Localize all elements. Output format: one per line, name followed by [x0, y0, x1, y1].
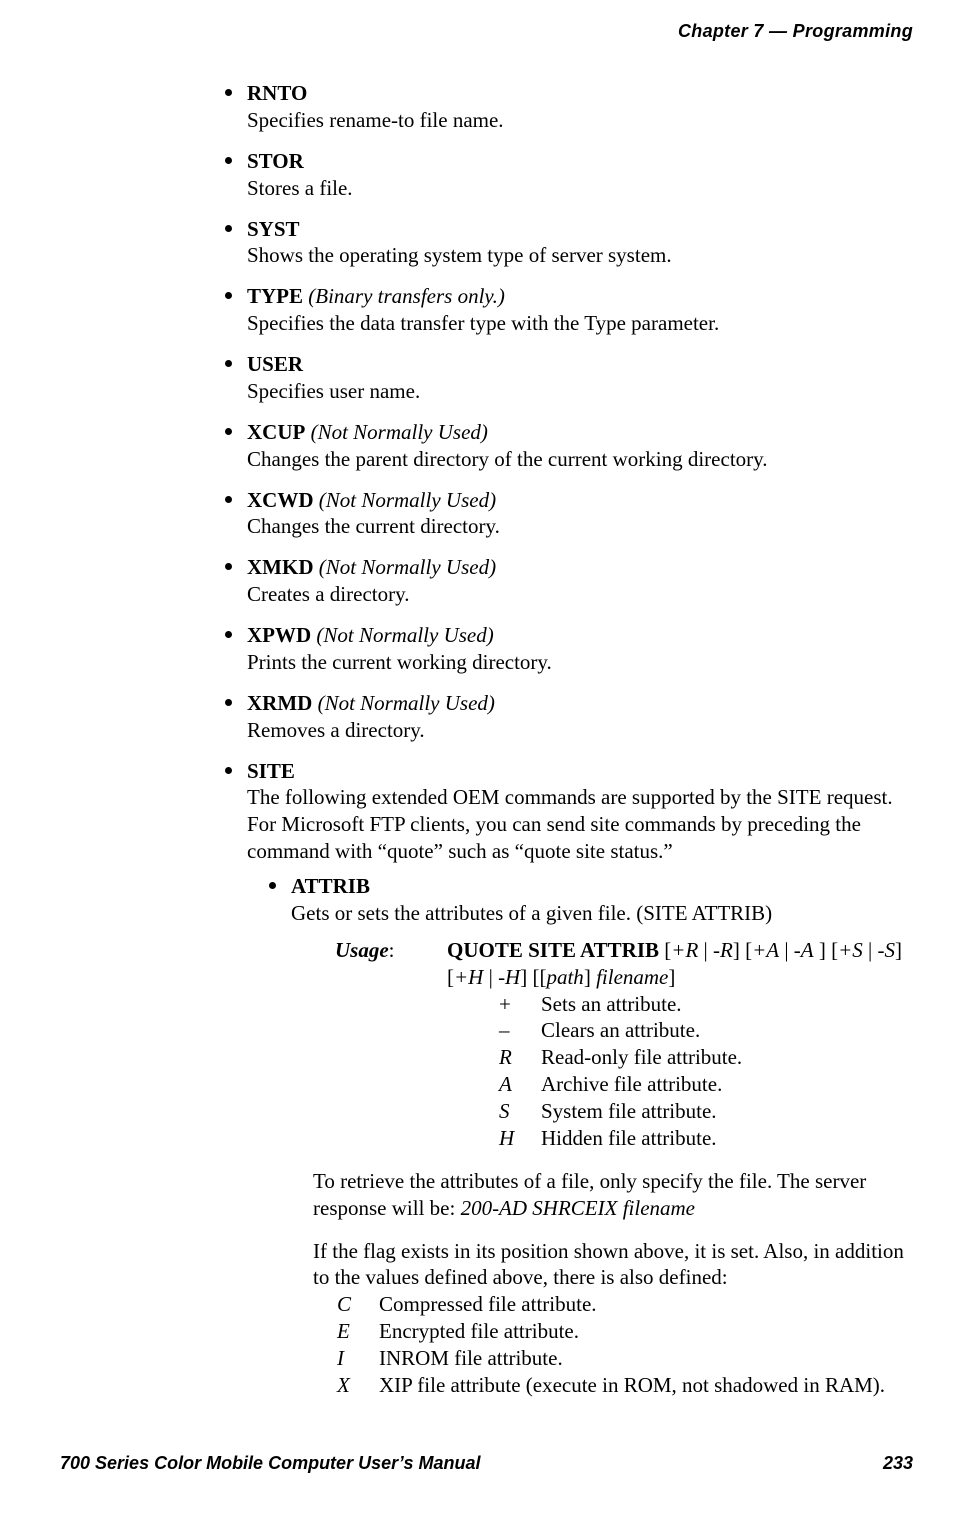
flag-desc: Read-only file attribute.	[541, 1044, 920, 1071]
cmd-name: XCUP	[247, 420, 305, 444]
cmd-stor: STOR Stores a file.	[225, 148, 920, 202]
cmd-note: (Not Normally Used)	[311, 420, 488, 444]
cmd-attrib: ATTRIB Gets or sets the attributes of a …	[269, 873, 920, 1399]
cmd-desc: Specifies rename-to file name.	[247, 108, 504, 132]
flag-key: –	[499, 1017, 541, 1044]
flag-key: X	[337, 1372, 379, 1399]
flag-key: I	[337, 1345, 379, 1372]
command-list: RNTO Specifies rename-to file name. STOR…	[225, 80, 920, 1399]
page-content: RNTO Specifies rename-to file name. STOR…	[225, 80, 920, 1413]
chapter-label: Chapter	[678, 21, 748, 41]
cmd-rnto: RNTO Specifies rename-to file name.	[225, 80, 920, 134]
flag-row: C Compressed file attribute.	[337, 1291, 920, 1318]
usage-body: QUOTE SITE ATTRIB [+R | -R] [+A | -A ] […	[447, 937, 920, 1152]
cmd-name: XCWD	[247, 488, 314, 512]
cmd-desc: Specifies the data transfer type with th…	[247, 311, 719, 335]
section-title: Programming	[793, 21, 913, 41]
attrib-retrieve-example: 200-AD SHRCEIX filename	[461, 1196, 695, 1220]
cmd-xmkd: XMKD (Not Normally Used) Creates a direc…	[225, 554, 920, 608]
flag-key: A	[499, 1071, 541, 1098]
cmd-name: SITE	[247, 759, 295, 783]
cmd-syst: SYST Shows the operating system type of …	[225, 216, 920, 270]
attrib-also-defined: If the flag exists in its position shown…	[291, 1238, 920, 1399]
cmd-note: (Not Normally Used)	[319, 555, 496, 579]
usage-args-line1: [+R | -R] [+A | -A ] [+S | -S]	[664, 938, 902, 962]
site-subcommands: ATTRIB Gets or sets the attributes of a …	[247, 873, 920, 1399]
flag-key: C	[337, 1291, 379, 1318]
cmd-name: XPWD	[247, 623, 311, 647]
cmd-name: XMKD	[247, 555, 314, 579]
flag-row: – Clears an attribute.	[499, 1017, 920, 1044]
usage-label: Usage	[335, 938, 389, 962]
cmd-xcup: XCUP (Not Normally Used) Changes the par…	[225, 419, 920, 473]
cmd-note: (Not Normally Used)	[319, 488, 496, 512]
cmd-desc: Removes a directory.	[247, 718, 425, 742]
flag-row: X XIP file attribute (execute in ROM, no…	[337, 1372, 920, 1399]
flag-desc: Clears an attribute.	[541, 1017, 920, 1044]
cmd-name: XRMD	[247, 691, 312, 715]
flag-row: I INROM file attribute.	[337, 1345, 920, 1372]
cmd-type: TYPE (Binary transfers only.) Specifies …	[225, 283, 920, 337]
cmd-desc: Specifies user name.	[247, 379, 420, 403]
cmd-xcwd: XCWD (Not Normally Used) Changes the cur…	[225, 487, 920, 541]
cmd-desc: The following extended OEM commands are …	[247, 785, 893, 863]
flag-desc: Hidden file attribute.	[541, 1125, 920, 1152]
flag-row: E Encrypted file attribute.	[337, 1318, 920, 1345]
flag-key: +	[499, 991, 541, 1018]
cmd-site: SITE The following extended OEM commands…	[225, 758, 920, 1399]
cmd-note: (Binary transfers only.)	[308, 284, 505, 308]
cmd-name: SYST	[247, 217, 300, 241]
flag-desc: XIP file attribute (execute in ROM, not …	[379, 1372, 920, 1399]
cmd-desc: Creates a directory.	[247, 582, 409, 606]
usage-command: QUOTE SITE ATTRIB	[447, 938, 659, 962]
cmd-desc: Gets or sets the attributes of a given f…	[291, 901, 772, 925]
attrib-usage: Usage: QUOTE SITE ATTRIB [+R | -R] [+A |…	[291, 937, 920, 1152]
cmd-user: USER Specifies user name.	[225, 351, 920, 405]
flag-desc: Encrypted file attribute.	[379, 1318, 920, 1345]
flag-row: R Read-only file attribute.	[499, 1044, 920, 1071]
attrib-retrieve-para: To retrieve the attributes of a file, on…	[291, 1168, 920, 1222]
flag-desc: INROM file attribute.	[379, 1345, 920, 1372]
cmd-name: ATTRIB	[291, 874, 370, 898]
cmd-desc: Prints the current working directory.	[247, 650, 552, 674]
cmd-note: (Not Normally Used)	[318, 691, 495, 715]
header-dash: —	[769, 21, 787, 41]
cmd-name: STOR	[247, 149, 304, 173]
footer-manual-title: 700 Series Color Mobile Computer User’s …	[60, 1452, 480, 1475]
page-header: Chapter 7 — Programming	[678, 20, 913, 43]
flag-row: H Hidden file attribute.	[499, 1125, 920, 1152]
flag-desc: Compressed file attribute.	[379, 1291, 920, 1318]
attrib-flag2-table: C Compressed file attribute. E Encrypted…	[313, 1291, 920, 1399]
cmd-name: USER	[247, 352, 303, 376]
flag-desc: System file attribute.	[541, 1098, 920, 1125]
cmd-xpwd: XPWD (Not Normally Used) Prints the curr…	[225, 622, 920, 676]
flag-row: A Archive file attribute.	[499, 1071, 920, 1098]
cmd-xrmd: XRMD (Not Normally Used) Removes a direc…	[225, 690, 920, 744]
cmd-name: RNTO	[247, 81, 307, 105]
cmd-desc: Shows the operating system type of serve…	[247, 243, 672, 267]
flag-key: H	[499, 1125, 541, 1152]
attrib-also-text: If the flag exists in its position shown…	[313, 1239, 904, 1290]
flag-key: R	[499, 1044, 541, 1071]
footer-page-number: 233	[883, 1452, 913, 1475]
flag-row: S System file attribute.	[499, 1098, 920, 1125]
cmd-note: (Not Normally Used)	[316, 623, 493, 647]
cmd-desc: Changes the current directory.	[247, 514, 500, 538]
attrib-flag-table: + Sets an attribute. – Clears an attribu…	[447, 991, 920, 1152]
flag-desc: Sets an attribute.	[541, 991, 920, 1018]
cmd-desc: Changes the parent directory of the curr…	[247, 447, 768, 471]
cmd-name: TYPE	[247, 284, 303, 308]
flag-row: + Sets an attribute.	[499, 991, 920, 1018]
cmd-desc: Stores a file.	[247, 176, 353, 200]
flag-key: S	[499, 1098, 541, 1125]
flag-desc: Archive file attribute.	[541, 1071, 920, 1098]
flag-key: E	[337, 1318, 379, 1345]
chapter-number: 7	[753, 21, 763, 41]
usage-args-line2: [+H | -H] [[path] filename]	[447, 965, 675, 989]
